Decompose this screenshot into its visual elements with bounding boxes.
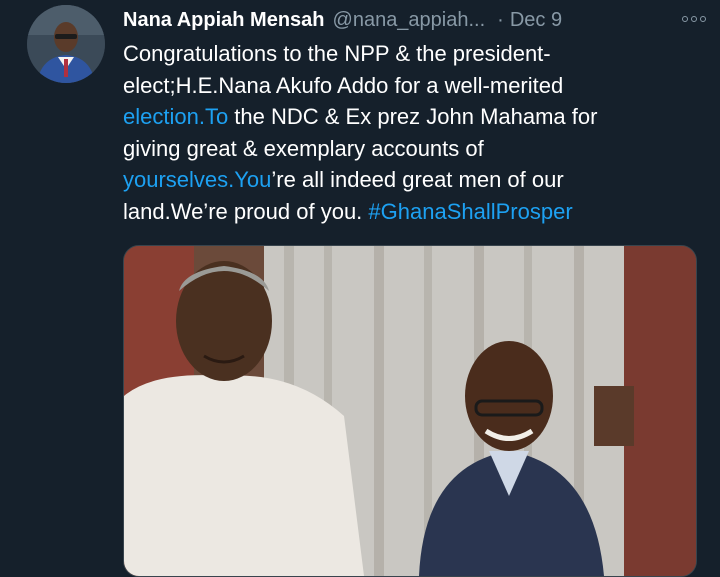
tweet-link[interactable]: election.To bbox=[123, 104, 228, 129]
avatar-photo bbox=[27, 5, 105, 83]
tweet-link[interactable]: #GhanaShallProsper bbox=[368, 199, 572, 224]
tweet-text-segment: Congratulations to the NPP & the preside… bbox=[123, 41, 551, 66]
tweet-media[interactable] bbox=[123, 245, 697, 577]
tweet-line: giving great & exemplary accounts of bbox=[123, 133, 703, 165]
tweet-text-segment: ’re all indeed great men of our bbox=[271, 167, 564, 193]
more-options-icon[interactable] bbox=[682, 12, 706, 26]
tweet-date[interactable]: Dec 9 bbox=[510, 9, 562, 32]
tweet-line: land.We’re proud of you. #GhanaShallPros… bbox=[123, 196, 703, 228]
tweet-line: election.To the NDC & Ex prez John Maham… bbox=[123, 101, 703, 133]
tweet-header: Nana Appiah Mensah @nana_appiah... · Dec… bbox=[123, 6, 708, 34]
tweet-link[interactable]: yourselves.You bbox=[123, 167, 271, 192]
tweet-text-segment: giving great & exemplary accounts of bbox=[123, 135, 484, 161]
tweet-line: elect;H.E.Nana Akufo Addo for a well-mer… bbox=[123, 70, 703, 102]
avatar[interactable] bbox=[27, 5, 105, 83]
tweet-line: yourselves.You’re all indeed great men o… bbox=[123, 164, 703, 196]
tweet-photo bbox=[124, 246, 696, 576]
separator-dot: · bbox=[497, 8, 504, 31]
tweet-text-segment: land.We’re proud of you. bbox=[123, 198, 369, 224]
tweet-text-segment: the NDC & Ex prez John Mahama for bbox=[228, 104, 598, 130]
author-handle[interactable]: @nana_appiah... bbox=[333, 9, 486, 32]
tweet-text-segment: elect;H.E.Nana Akufo Addo for a well-mer… bbox=[123, 72, 564, 98]
tweet-text: Congratulations to the NPP & the preside… bbox=[123, 38, 703, 228]
tweet-line: Congratulations to the NPP & the preside… bbox=[123, 38, 703, 70]
author-name[interactable]: Nana Appiah Mensah bbox=[123, 9, 325, 32]
